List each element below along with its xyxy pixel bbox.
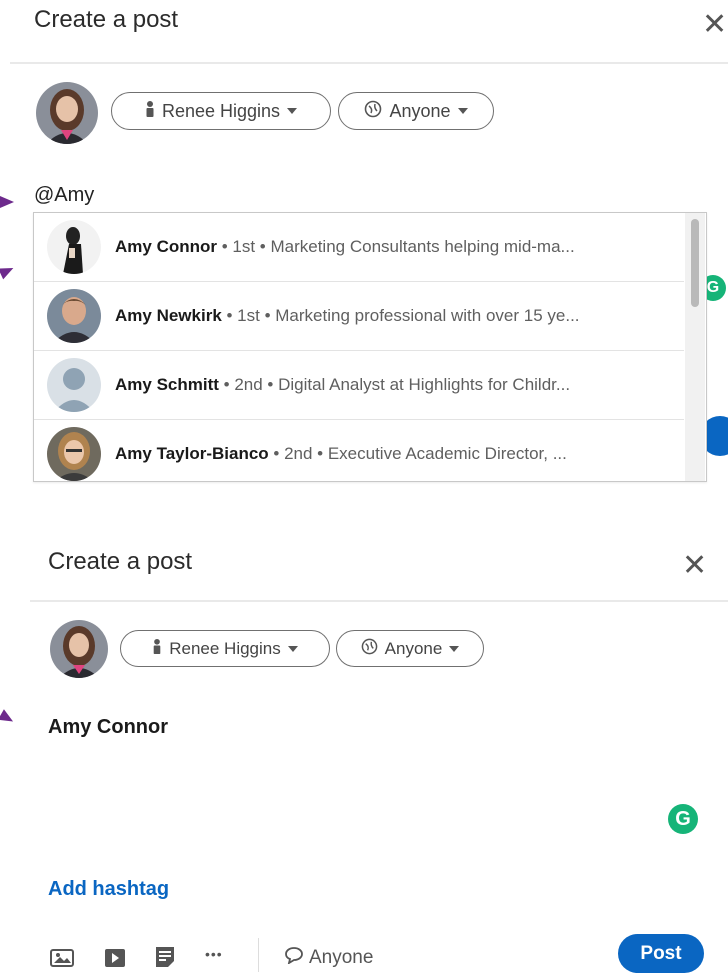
suggestion-detail: • 1st • Marketing Consultants helping mi… <box>217 237 575 256</box>
document-icon[interactable] <box>155 946 175 973</box>
suggestion-detail: • 2nd • Digital Analyst at Highlights fo… <box>218 375 571 394</box>
author-label: Renee Higgins <box>169 638 281 658</box>
avatar <box>50 620 108 678</box>
close-icon[interactable]: ✕ <box>702 10 727 40</box>
suggestion-name: Amy Schmitt <box>115 375 219 394</box>
mention-name[interactable]: Amy Connor <box>48 716 168 739</box>
comment-visibility-selector[interactable]: Anyone <box>284 946 373 970</box>
author-selector[interactable]: Renee Higgins <box>111 92 331 130</box>
globe-icon <box>361 638 378 660</box>
avatar <box>36 82 98 144</box>
list-item[interactable]: Amy Taylor-Bianco • 2nd • Executive Acad… <box>34 420 684 481</box>
list-item[interactable]: Amy Newkirk • 1st • Marketing profession… <box>34 282 684 351</box>
list-item[interactable]: Amy Schmitt • 2nd • Digital Analyst at H… <box>34 351 684 420</box>
suggestion-detail: • 1st • Marketing professional with over… <box>221 306 580 325</box>
avatar <box>47 289 101 343</box>
add-hashtag-link[interactable]: Add hashtag <box>48 878 169 901</box>
mention-dropdown: Amy Connor • 1st • Marketing Consultants… <box>33 212 707 482</box>
visibility-selector[interactable]: Anyone <box>336 630 484 667</box>
avatar <box>47 358 101 412</box>
annotation-arrow <box>0 709 17 727</box>
caret-down-icon <box>287 645 298 652</box>
page-title: Create a post <box>34 6 179 33</box>
visibility-label: Anyone <box>384 638 443 658</box>
caret-down-icon <box>457 108 468 114</box>
toolbar-divider <box>258 938 259 972</box>
avatar <box>47 427 101 481</box>
suggestion-detail: • 2nd • Executive Academic Director, ... <box>268 444 567 463</box>
photo-icon[interactable] <box>50 948 74 973</box>
close-icon[interactable]: ✕ <box>682 551 707 581</box>
list-item[interactable]: Amy Connor • 1st • Marketing Consultants… <box>34 213 684 282</box>
page-title: Create a post <box>48 548 193 575</box>
visibility-label: Anyone <box>389 100 451 121</box>
author-label: Renee Higgins <box>161 100 281 121</box>
grammarly-icon[interactable]: G <box>668 804 698 834</box>
divider <box>30 600 728 602</box>
person-icon <box>152 638 162 660</box>
person-icon <box>145 100 155 123</box>
visibility-selector[interactable]: Anyone <box>338 92 494 130</box>
annotation-arrow <box>0 196 14 208</box>
post-button[interactable]: Post <box>618 934 704 973</box>
author-selector[interactable]: Renee Higgins <box>120 630 330 667</box>
scrollbar[interactable] <box>685 213 705 481</box>
suggestion-name: Amy Connor <box>115 237 217 256</box>
globe-icon <box>364 100 382 123</box>
avatar <box>47 220 101 274</box>
suggestion-name: Amy Newkirk <box>115 306 222 325</box>
scrollbar-thumb[interactable] <box>691 219 699 307</box>
more-icon[interactable]: ••• <box>205 946 223 962</box>
mention-input[interactable]: @Amy <box>34 184 94 207</box>
annotation-arrow <box>0 262 16 280</box>
divider <box>10 62 728 64</box>
caret-down-icon <box>449 645 460 652</box>
caret-down-icon <box>287 108 298 114</box>
comment-icon <box>284 946 304 970</box>
comment-visibility-label: Anyone <box>309 947 374 968</box>
video-icon[interactable] <box>104 948 126 973</box>
suggestion-name: Amy Taylor-Bianco <box>115 444 269 463</box>
